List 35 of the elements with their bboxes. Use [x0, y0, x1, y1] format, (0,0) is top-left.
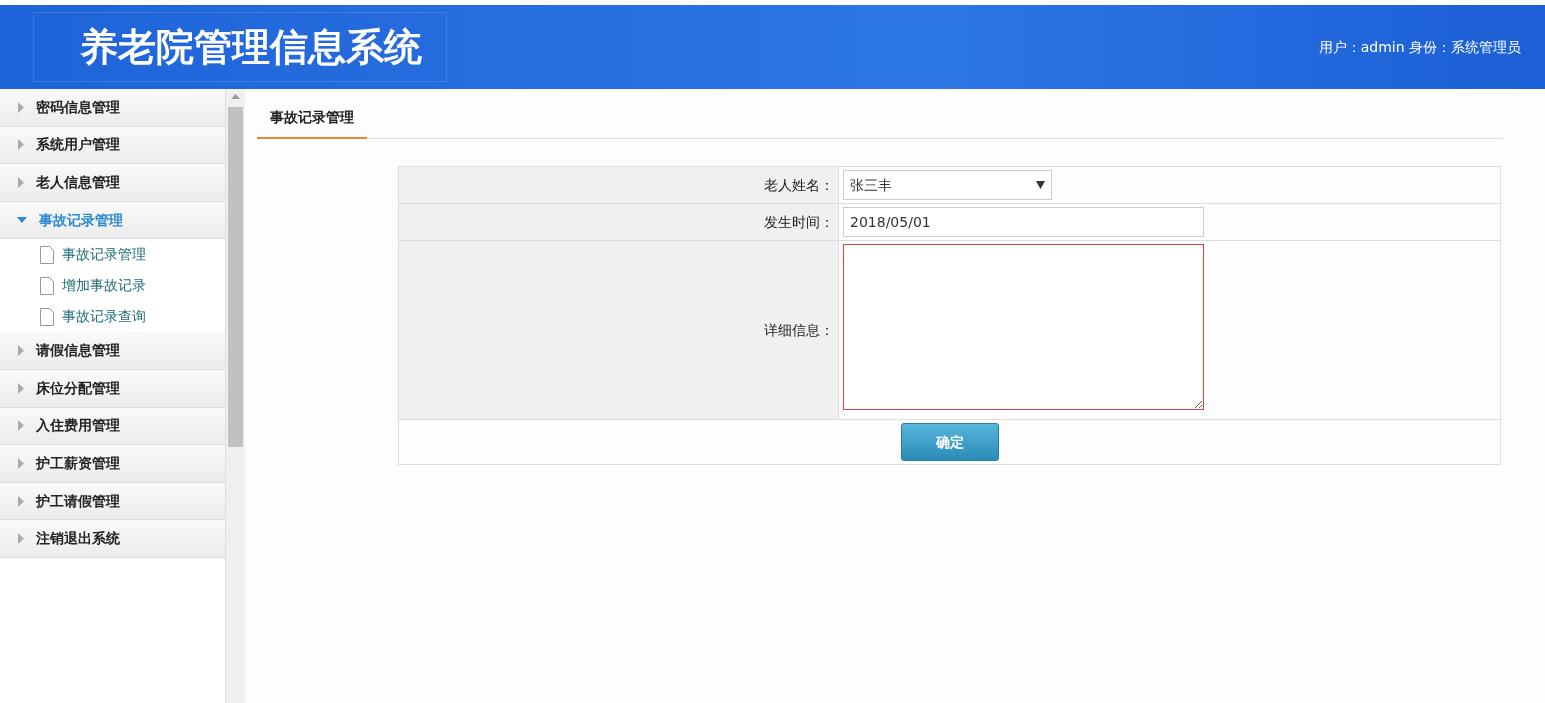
collapsed-triangle-icon [17, 101, 24, 113]
collapsed-triangle-icon [17, 345, 24, 357]
expanded-triangle-icon [17, 216, 27, 225]
collapsed-triangle-icon [17, 495, 24, 507]
details-textarea[interactable] [843, 244, 1204, 410]
dropdown-caret-icon [1036, 181, 1045, 189]
sidebar-sub-item[interactable]: 事故记录查询 [0, 301, 225, 333]
sidebar-sub-item[interactable]: 增加事故记录 [0, 270, 225, 302]
collapsed-triangle-icon [17, 533, 24, 545]
sidebar-menu-item[interactable]: 护工请假管理 [0, 482, 225, 521]
sidebar-menu-item[interactable]: 老人信息管理 [0, 164, 225, 202]
collapsed-triangle-icon [17, 139, 24, 151]
sidebar-menu-item[interactable]: 系统用户管理 [0, 126, 225, 165]
app-title: 养老院管理信息系统 [33, 12, 447, 82]
name-select[interactable]: 张三丰 [843, 170, 1052, 200]
sidebar-menu-item[interactable]: 请假信息管理 [0, 332, 225, 370]
sidebar-menu-item[interactable]: 密码信息管理 [0, 89, 225, 127]
tab[interactable]: 事故记录管理 [257, 101, 367, 139]
collapsed-triangle-icon [17, 420, 24, 432]
sidebar-sub-item[interactable]: 事故记录管理 [0, 239, 225, 271]
document-icon [40, 245, 54, 264]
sidebar-menu-item[interactable]: 床位分配管理 [0, 369, 225, 408]
collapsed-triangle-icon [17, 457, 24, 469]
field-label: 详细信息： [398, 240, 839, 420]
date-input-field[interactable]: 2018/05/01 [843, 207, 1204, 237]
field-label: 老人姓名： [398, 166, 839, 204]
document-icon [40, 307, 54, 326]
document-icon [40, 276, 54, 295]
user-info: 用户：admin 身份：系统管理员 [1318, 37, 1521, 57]
sidebar-menu-item[interactable]: 入住费用管理 [0, 407, 225, 446]
sidebar-menu-item[interactable]: 护工薪资管理 [0, 445, 225, 483]
sidebar-menu-item[interactable]: 注销退出系统 [0, 520, 225, 558]
field-label: 发生时间： [398, 203, 839, 241]
collapsed-triangle-icon [17, 177, 24, 188]
collapsed-triangle-icon [17, 382, 24, 394]
